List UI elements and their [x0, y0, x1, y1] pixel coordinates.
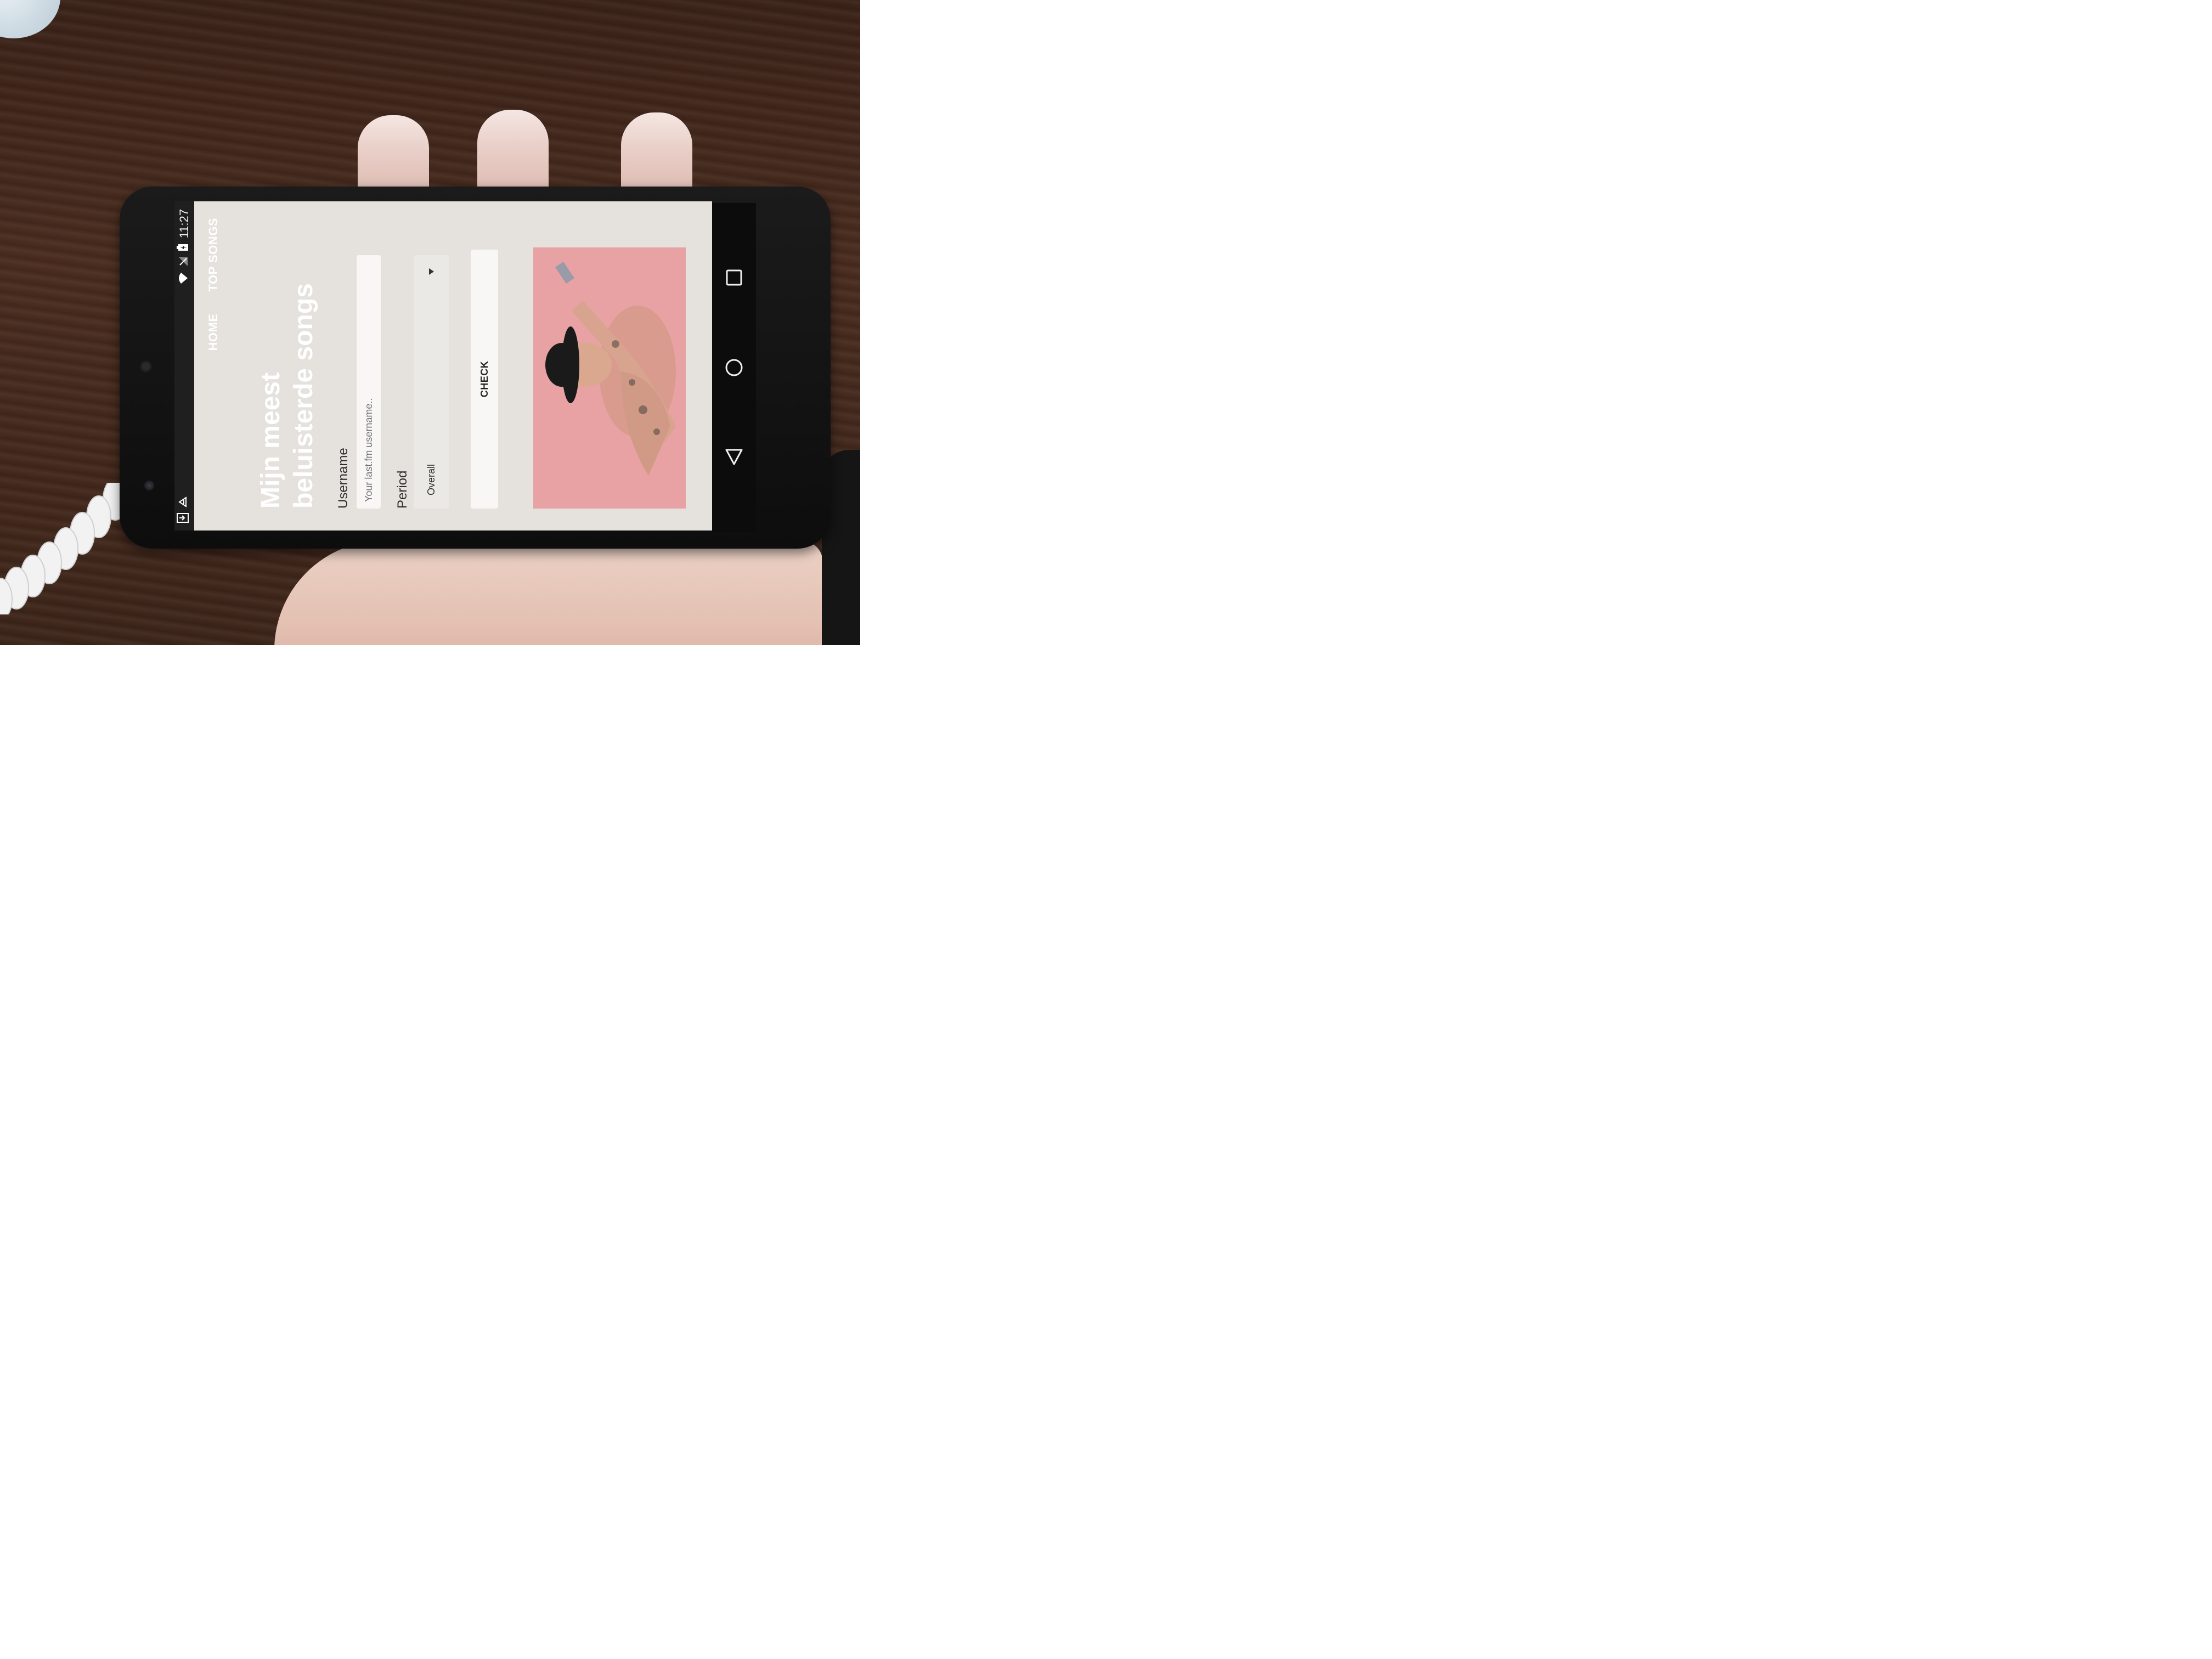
page-title-line-2: beluisterde songs	[289, 283, 318, 509]
period-label: Period	[395, 470, 410, 509]
wifi-icon	[177, 272, 191, 284]
recent-apps-icon[interactable]	[723, 267, 745, 289]
back-icon[interactable]	[723, 447, 745, 469]
lamp	[0, 0, 60, 38]
period-selected-value: Overall	[425, 464, 437, 495]
page-title: Mijn meest beluisterde songs	[255, 223, 320, 509]
hero-image	[533, 247, 686, 509]
front-camera	[144, 481, 154, 490]
notification-icon	[177, 496, 191, 507]
system-navigation-bar	[712, 203, 756, 532]
username-label: Username	[336, 448, 351, 509]
no-signal-icon	[177, 257, 191, 267]
status-bar: 11:27	[174, 201, 194, 531]
top-navigation: HOME TOP SONGS	[194, 201, 233, 531]
palm	[274, 540, 823, 645]
home-icon[interactable]	[723, 357, 745, 379]
speaker-grille	[139, 359, 153, 374]
download-icon	[177, 513, 192, 523]
nav-home[interactable]: HOME	[206, 314, 221, 351]
phone-screen: 11:27 HOME TOP SONGS Mijn meest beluiste…	[174, 201, 712, 531]
screen-content: 11:27 HOME TOP SONGS Mijn meest beluiste…	[174, 201, 712, 531]
page-title-line-1: Mijn meest	[256, 372, 285, 509]
clock: 11:27	[177, 209, 191, 239]
app-view: HOME TOP SONGS Mijn meest beluisterde so…	[194, 201, 712, 531]
dropdown-arrow-icon	[426, 268, 437, 275]
battery-charging-icon	[177, 244, 192, 251]
photo-scene: 11:27 HOME TOP SONGS Mijn meest beluiste…	[0, 0, 860, 645]
artist-photo	[533, 247, 686, 509]
period-select[interactable]: Overall	[414, 255, 449, 509]
nav-top-songs[interactable]: TOP SONGS	[206, 218, 221, 292]
username-input[interactable]	[357, 255, 381, 509]
check-button[interactable]: CHECK	[471, 250, 498, 509]
